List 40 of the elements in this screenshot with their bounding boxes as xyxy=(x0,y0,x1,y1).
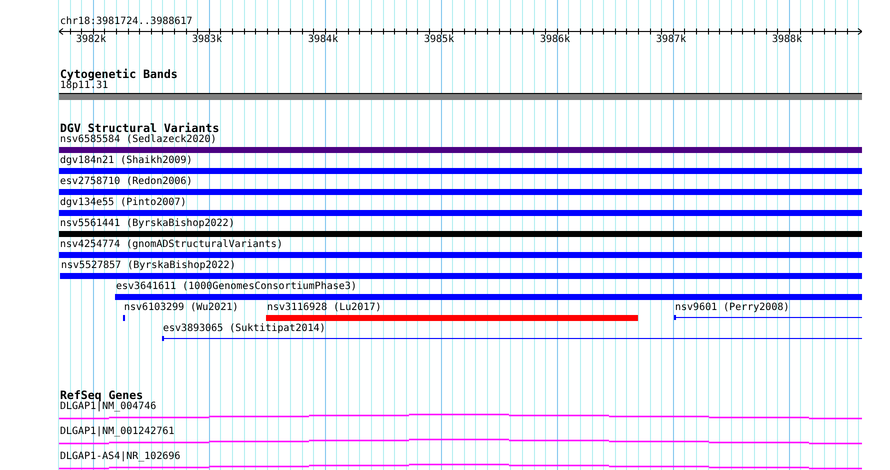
variant-label: nsv6103299 (Wu2021) xyxy=(123,302,238,314)
variant-bar[interactable] xyxy=(59,252,862,258)
variant-label: nsv6585584 (Sedlazeck2020) xyxy=(59,134,217,146)
variant-label: nsv4254774 (gnomADStructuralVariants) xyxy=(59,239,283,251)
variant-bar[interactable] xyxy=(59,231,862,237)
variant-bar[interactable] xyxy=(59,168,862,174)
variant-label: dgv134e55 (Pinto2007) xyxy=(59,197,186,209)
variant-label: dgv184n21 (Shaikh2009) xyxy=(59,155,192,167)
track-title: RefSeq Genes xyxy=(59,389,144,401)
ruler-tick-label: 3986k xyxy=(540,34,570,46)
variant-label: esv3893065 (Suktitipat2014) xyxy=(162,323,326,335)
chromosome-band[interactable] xyxy=(59,93,862,100)
variant-label: nsv9601 (Perry2008) xyxy=(674,302,790,314)
variant-bar[interactable] xyxy=(266,315,638,321)
gene-label: DLGAP1|NM_004746 xyxy=(59,401,156,413)
ruler-tick-label: 3988k xyxy=(772,34,802,46)
location-label: chr18:3981724..3988617 xyxy=(59,16,192,28)
variant-bar[interactable] xyxy=(60,273,862,279)
variant-label: nsv3116928 (Lu2017) xyxy=(266,302,382,314)
variant-bar[interactable] xyxy=(115,294,862,300)
track-title: Cytogenetic Bands xyxy=(59,68,178,80)
gene-label: DLGAP1|NM_001242761 xyxy=(59,426,174,438)
track-title: DGV Structural Variants xyxy=(59,122,220,134)
gene-model[interactable] xyxy=(59,438,862,444)
variant-label: nsv5527857 (ByrskaBishop2022) xyxy=(60,260,236,272)
gene-model[interactable] xyxy=(59,414,862,420)
gene-label: DLGAP1-AS4|NR_102696 xyxy=(59,451,180,463)
variant-label: esv2758710 (Redon2006) xyxy=(59,176,192,188)
band-label: 18p11.31 xyxy=(59,80,108,92)
variant-label: esv3641611 (1000GenomesConsortiumPhase3) xyxy=(115,281,357,293)
ruler-tick-label: 3984k xyxy=(308,34,338,46)
variant-bar[interactable] xyxy=(59,147,862,153)
variant-bar[interactable] xyxy=(59,210,862,216)
ruler-tick-label: 3987k xyxy=(656,34,686,46)
ruler-tick-label: 3982k xyxy=(76,34,106,46)
variant-bar[interactable] xyxy=(59,189,862,195)
ruler-tick-label: 3983k xyxy=(192,34,222,46)
variant-label: nsv5561441 (ByrskaBishop2022) xyxy=(59,218,235,230)
ruler-tick-label: 3985k xyxy=(424,34,454,46)
gene-model[interactable] xyxy=(59,464,862,470)
